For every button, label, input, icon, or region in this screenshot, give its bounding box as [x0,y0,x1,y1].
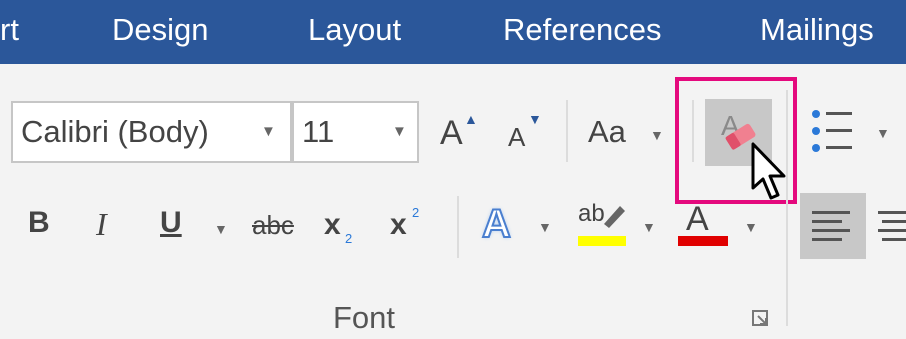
font-name-value: Calibri (Body) [21,114,209,149]
change-case-glyph: Aa [588,114,626,149]
dialog-launcher-icon[interactable] [752,310,770,328]
grow-font-button[interactable]: A ▲ [438,112,480,156]
font-color-glyph: A [686,200,709,238]
superscript-base: x [390,208,407,241]
bullets-button[interactable]: ▼ [810,106,900,156]
chevron-down-icon: ▼ [876,125,890,141]
marker-icon [604,206,625,228]
italic-button[interactable]: I [96,208,107,240]
ribbon-tab-bar: rt Design Layout References Mailings [0,0,906,64]
tab-references[interactable]: References [503,0,662,64]
tab-layout[interactable]: Layout [308,0,401,64]
font-color-button[interactable]: A ▼ [676,198,766,252]
grow-font-glyph: A [440,114,463,152]
caret-up-icon: ▲ [464,111,478,127]
subscript-index: 2 [345,231,353,246]
group-divider [786,90,788,326]
chevron-down-icon: ▼ [642,219,656,235]
tab-mailings[interactable]: Mailings [760,0,874,64]
highlight-color-bar [578,236,626,246]
strikethrough-button[interactable]: abc [252,212,294,238]
shrink-font-button[interactable]: A ▼ [506,112,548,156]
chevron-down-icon: ▼ [744,219,758,235]
text-effects-glyph: A [481,202,512,246]
align-left-icon [812,211,850,241]
text-effects-button[interactable]: A ▼ [480,200,556,250]
font-color-bar [678,236,728,246]
bold-button[interactable]: B [28,208,50,238]
align-center-button[interactable] [872,193,906,259]
underline-button[interactable]: U [160,208,182,238]
bullet-list-icon [812,110,852,152]
text-highlight-button[interactable]: ab ▼ [576,198,662,252]
superscript-button[interactable]: x 2 [390,206,430,246]
chevron-down-icon: ▼ [538,219,552,235]
highlight-box [675,77,797,204]
align-left-button[interactable] [800,193,866,259]
change-case-button[interactable]: Aa ▼ [588,112,668,152]
divider [566,100,568,162]
chevron-down-icon[interactable]: ▼ [392,103,407,161]
font-size-dropdown[interactable]: 11 ▼ [292,101,419,163]
subscript-button[interactable]: x 2 [324,206,364,246]
chevron-down-icon: ▼ [650,127,664,143]
align-center-icon [878,211,906,241]
font-group-label: Font [333,300,396,335]
font-name-dropdown[interactable]: Calibri (Body) ▼ [11,101,292,163]
font-size-value: 11 [302,114,335,149]
superscript-index: 2 [412,205,420,220]
chevron-down-icon[interactable]: ▼ [261,103,276,161]
tab-insert-partial[interactable]: rt [0,0,19,64]
tab-design[interactable]: Design [112,0,209,64]
shrink-font-glyph: A [508,122,526,152]
subscript-base: x [324,208,341,241]
divider [457,196,459,258]
underline-chevron-down-icon[interactable]: ▼ [214,222,228,236]
caret-down-icon: ▼ [528,111,542,127]
